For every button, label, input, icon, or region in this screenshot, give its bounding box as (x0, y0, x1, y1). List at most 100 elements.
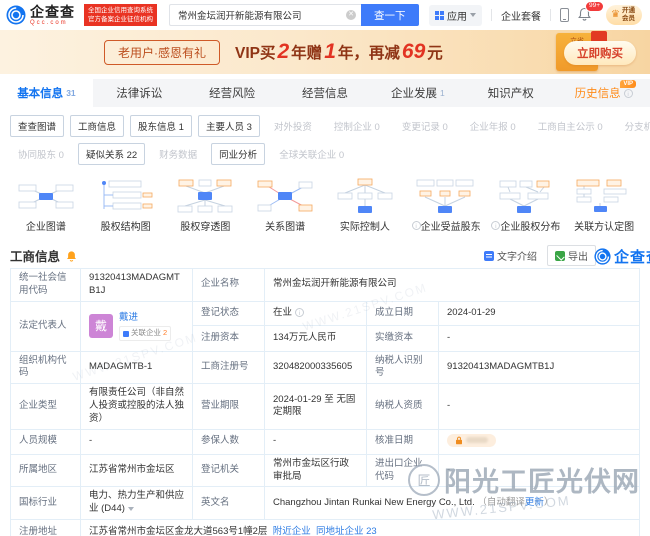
apps-label: 应用 (447, 8, 467, 23)
equity-distribution-thumbnail (494, 177, 554, 215)
company-name-label: 企业名称 (193, 269, 265, 302)
legal-rep-cell: 戴 戴进 关联企业 2 (81, 301, 193, 351)
chip-graph[interactable]: 查查图谱 (10, 115, 64, 137)
approve-date-label: 核准日期 (367, 429, 439, 454)
card-actual-controller[interactable]: 实际控制人 (327, 177, 403, 233)
card-relationship-graph[interactable]: 关系图谱 (247, 177, 323, 233)
chevron-down-icon (470, 13, 476, 17)
region-label: 所属地区 (11, 454, 81, 487)
qcc-logo-icon (6, 5, 26, 25)
same-address-link[interactable]: 同地址企业 23 (316, 526, 377, 536)
section-title: 工商信息 (10, 246, 60, 265)
promo-title: VIP买2年赠1年，再减69元 (235, 40, 443, 64)
taxpayer-id-label: 纳税人识别号 (367, 351, 439, 384)
search-bar: ✕ 查一下 (169, 4, 419, 26)
card-beneficial-shareholders[interactable]: i企业受益股东 (407, 177, 483, 233)
tab-history-info[interactable]: 历史信息 VIP i (557, 79, 650, 107)
notifications-bell[interactable]: 99+ (578, 7, 591, 24)
vip-promo-banner[interactable]: 老用户·感恩有礼 VIP买2年赠1年，再减69元 立省 69元 立即购买 (0, 30, 650, 74)
logo-domain: Qcc.com (30, 20, 75, 26)
tab-basic-info[interactable]: 基本信息31 (0, 79, 93, 107)
crown-icon: ♛ (611, 10, 620, 20)
industry-value: 电力、热力生产和供应业 (D44) (81, 487, 193, 520)
grid-icon (435, 11, 444, 20)
apps-menu[interactable]: 应用 (429, 5, 482, 26)
reg-status-label: 登记状态 (193, 301, 265, 325)
expand-caret-icon[interactable] (128, 507, 134, 511)
search-input[interactable] (169, 4, 361, 26)
insured-value: - (265, 429, 367, 454)
chip-controlled-cos: 控制企业 0 (326, 115, 388, 137)
legal-rep-name-link[interactable]: 戴进 (119, 312, 171, 325)
qcc-logo[interactable]: 企查查 Qcc.com 全国企业信用查询系统 官方备案企业征信机构 (6, 4, 157, 27)
taxpayer-id-value: 91320413MADAGMTB1J (439, 351, 640, 384)
en-name-value: Changzhou Jintan Runkai New Energy Co., … (265, 487, 640, 520)
chip-suspected-relations[interactable]: 疑似关系 22 (78, 143, 145, 165)
tab-intellectual-property[interactable]: 知识产权 (464, 79, 557, 107)
section-header: 工商信息 文字介绍 导出 (10, 243, 640, 268)
equity-penetration-thumbnail (175, 177, 235, 215)
info-icon: i (412, 221, 421, 230)
enterprise-package-link[interactable]: 企业套餐 (501, 8, 541, 23)
chip-key-personnel[interactable]: 主要人员 3 (198, 115, 260, 137)
text-doc-icon (484, 251, 494, 261)
card-related-party-map[interactable]: 关联方认定图 (566, 177, 642, 233)
clear-search-icon[interactable]: ✕ (346, 10, 356, 20)
chip-peer-analysis[interactable]: 同业分析 (211, 143, 265, 165)
chip-change-records: 变更记录 0 (394, 115, 456, 137)
est-date-label: 成立日期 (367, 301, 439, 325)
tab-operation-risk[interactable]: 经营风险 (186, 79, 279, 107)
credit-code-label: 统一社会信用代码 (11, 269, 81, 302)
nearby-companies-link[interactable]: 附近企业 (273, 526, 311, 536)
chip-shareholders[interactable]: 股东信息 1 (130, 115, 192, 137)
tab-legal-litigation[interactable]: 法律诉讼 (93, 79, 186, 107)
export-button[interactable]: 导出 (547, 245, 596, 266)
relationship-graph-thumbnail (255, 177, 315, 215)
chip-financial-data: 财务数据 (151, 143, 205, 165)
est-date-value: 2024-01-29 (439, 301, 640, 325)
logo-cert-badge: 全国企业信用查询系统 官方备案企业征信机构 (84, 4, 157, 27)
anchor-chip-nav: 查查图谱 工商信息 股东信息 1 主要人员 3 对外投资 控制企业 0 变更记录… (0, 107, 650, 173)
buy-now-button[interactable]: 立即购买 (564, 41, 636, 65)
chip-branches: 分支机构 0 (617, 115, 650, 137)
card-equity-distribution[interactable]: i企业股权分布 (487, 177, 563, 233)
mobile-app-icon[interactable] (560, 8, 569, 22)
refresh-translation-link[interactable]: 更新 (525, 497, 544, 508)
taxpayer-q-value: - (439, 384, 640, 429)
qcc-watermark-icon (594, 248, 611, 265)
card-company-graph[interactable]: 企业图谱 (8, 177, 84, 233)
equity-structure-thumbnail (96, 177, 156, 215)
search-button[interactable]: 查一下 (361, 4, 419, 26)
tab-operation-info[interactable]: 经营信息 (279, 79, 372, 107)
open-vip-label: 开通会员 (622, 7, 637, 23)
org-code-value: MADAGMTB-1 (81, 351, 193, 384)
company-name-value: 常州金坛润开新能源有限公司 (265, 269, 640, 302)
reg-capital-value: 134万元人民币 (265, 325, 367, 351)
export-icon (555, 251, 565, 261)
legal-rep-avatar[interactable]: 戴 (89, 314, 113, 338)
en-name-label: 英文名 (193, 487, 265, 520)
logo-text: 企查查 (30, 5, 75, 19)
qcc-watermark: 企查查 (594, 246, 650, 267)
chip-investments: 对外投资 (266, 115, 320, 137)
related-companies-badge[interactable]: 关联企业 2 (119, 326, 171, 340)
term-label: 营业期限 (193, 384, 265, 429)
locked-value[interactable] (447, 434, 496, 447)
biz-reg-label: 工商注册号 (193, 351, 265, 384)
authority-label: 登记机关 (193, 454, 265, 487)
text-intro-button[interactable]: 文字介绍 (484, 248, 537, 263)
company-mini-icon (123, 331, 129, 337)
staff-size-label: 人员规模 (11, 429, 81, 454)
card-equity-penetration[interactable]: 股权穿透图 (168, 177, 244, 233)
insured-label: 参保人数 (193, 429, 265, 454)
card-equity-structure[interactable]: 股权结构图 (88, 177, 164, 233)
subscribe-bell-icon[interactable] (66, 250, 77, 262)
open-vip-button[interactable]: ♛ 开通会员 (606, 5, 642, 25)
chip-business-info[interactable]: 工商信息 (70, 115, 124, 137)
credit-code-value: 91320413MADAGMTB1J (81, 269, 193, 302)
tab-company-development[interactable]: 企业发展1 (371, 79, 464, 107)
info-icon: i (295, 308, 304, 317)
staff-size-value: - (81, 429, 193, 454)
term-value: 2024-01-29 至 无固定期限 (265, 384, 367, 429)
legal-rep-label: 法定代表人 (11, 301, 81, 351)
